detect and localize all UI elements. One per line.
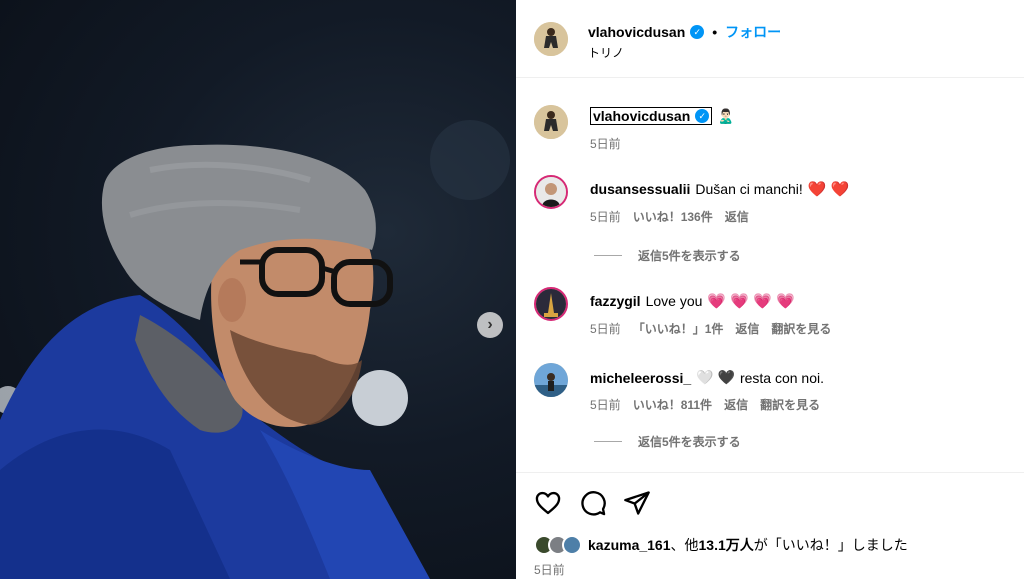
verified-badge-icon: ✓ [690, 25, 705, 39]
comment-time[interactable]: 5日前 [590, 320, 621, 337]
caption-avatar[interactable] [534, 105, 568, 139]
comment-text: resta con noi. [739, 369, 824, 386]
replies-divider [594, 441, 622, 442]
post-panel: vlahovicdusan ✓ • フォロー トリノ vlahovicdusan… [516, 0, 1024, 579]
post-header: vlahovicdusan ✓ • フォロー トリノ [516, 0, 1024, 78]
view-replies-label: 返信5件を表示する [638, 435, 741, 449]
liker-avatar [562, 535, 582, 555]
chevron-right-icon: › [487, 316, 493, 333]
liker-avatars[interactable] [534, 535, 582, 555]
commenter-avatar[interactable] [534, 287, 568, 321]
comment-likes[interactable]: いいね！811件 [633, 396, 712, 413]
comment-likes[interactable]: いいね！136件 [633, 208, 713, 225]
likes-mid: 、他 [670, 537, 699, 553]
likes-count[interactable]: 13.1万人 [699, 537, 754, 553]
follow-button[interactable]: フォロー [725, 22, 781, 42]
comment-likes[interactable]: 「いいね！」1件 [633, 320, 724, 337]
commenter-avatar[interactable] [534, 175, 568, 209]
next-photo-button[interactable]: › [477, 312, 503, 338]
post-actions: kazuma_161、他13.1万人が「いいね！」しました 5日前 [516, 472, 1024, 579]
caption-time[interactable]: 5日前 [590, 135, 621, 152]
portrait-photo [0, 120, 510, 579]
likes-summary: kazuma_161、他13.1万人が「いいね！」しました [534, 535, 908, 555]
replies-divider [594, 255, 622, 256]
comment-hearts: 💗 💗 💗 💗 [707, 292, 795, 310]
comment-time[interactable]: 5日前 [590, 208, 621, 225]
post-location[interactable]: トリノ [588, 44, 624, 61]
heart-icon[interactable] [534, 489, 562, 517]
translate-button[interactable]: 翻訳を見る [771, 320, 831, 337]
comment-text: Love you [645, 293, 703, 309]
view-replies-button[interactable]: 返信5件を表示する [594, 247, 741, 264]
comment-username[interactable]: dusansessualii [590, 181, 690, 197]
post-time[interactable]: 5日前 [534, 561, 565, 578]
comment-emoji: 🤍 🖤 [696, 369, 735, 385]
avatar-image [534, 22, 568, 56]
author-username[interactable]: vlahovicdusan [588, 24, 685, 40]
avatar-image [536, 289, 566, 319]
avatar-image [534, 363, 568, 397]
view-replies-label: 返信5件を表示する [638, 249, 741, 263]
share-icon[interactable] [623, 489, 651, 517]
reply-button[interactable]: 返信 [735, 320, 759, 337]
reply-button[interactable]: 返信 [725, 208, 749, 225]
verified-badge-icon: ✓ [695, 109, 710, 123]
comment-username[interactable]: micheleerossi_ [590, 370, 691, 386]
comment-time[interactable]: 5日前 [590, 396, 621, 413]
avatar-image [536, 177, 566, 207]
commenter-avatar[interactable] [534, 363, 568, 397]
comments-list: vlahovicdusan ✓ 🙎🏻‍♂️ 5日前 dusansessualii [516, 79, 1024, 471]
comment-hearts: ❤️ ❤️ [807, 180, 850, 198]
comment-username[interactable]: fazzygil [590, 293, 641, 309]
author-avatar[interactable] [534, 22, 568, 56]
liker-username[interactable]: kazuma_161 [588, 537, 671, 553]
comment-text: Dušan ci manchi! [695, 181, 803, 197]
post-image: › [0, 0, 516, 579]
translate-button[interactable]: 翻訳を見る [760, 396, 820, 413]
comment-icon[interactable] [579, 489, 607, 517]
reply-button[interactable]: 返信 [724, 396, 748, 413]
caption-emoji: 🙎🏻‍♂️ [717, 107, 735, 124]
separator-dot: • [712, 24, 718, 40]
likes-suffix: が「いいね！」しました [753, 537, 908, 553]
avatar-image [534, 105, 568, 139]
view-replies-button[interactable]: 返信5件を表示する [594, 433, 741, 450]
caption-username[interactable]: vlahovicdusan [593, 108, 690, 124]
